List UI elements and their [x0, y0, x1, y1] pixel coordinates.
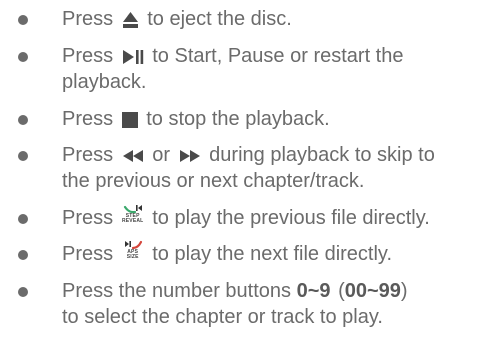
item-text-pre: Press	[62, 8, 114, 30]
bullet	[18, 15, 28, 25]
item-text-post: during playback to skip to	[209, 144, 435, 166]
bullet	[18, 151, 28, 161]
item-text-line2: playback.	[62, 71, 147, 93]
item-text-pre: Press the number buttons	[62, 280, 292, 302]
aps-size-button-icon: APS SIZE	[122, 240, 144, 262]
item-text-pre: Press	[62, 207, 114, 229]
stop-icon	[121, 111, 138, 128]
skip-previous-icon	[122, 149, 144, 163]
play-pause-icon	[122, 49, 144, 65]
bullet	[18, 250, 28, 260]
item-text-post: to eject the disc.	[147, 8, 292, 30]
bullet	[18, 52, 28, 62]
item-text-pre: Press	[62, 144, 114, 166]
item-text-post: to stop the playback.	[146, 108, 330, 130]
item-text-post: to play the previous file directly.	[152, 207, 430, 229]
eject-icon	[122, 11, 139, 29]
item-text-mid: or	[152, 144, 171, 166]
icon-label-bottom: SIZE	[126, 253, 139, 260]
item-text-line2: the previous or next chapter/track.	[62, 170, 365, 192]
item-text-line2: to select the chapter or track to play.	[62, 306, 383, 328]
item-text-post: to Start, Pause or restart the	[152, 45, 404, 67]
item-text-pre: Press	[62, 243, 114, 265]
number-range-bold: 0~9	[296, 280, 331, 302]
bullet	[18, 287, 28, 297]
bullet	[18, 214, 28, 224]
paren-open: (	[338, 280, 345, 302]
paren-close: )	[400, 280, 408, 302]
number-range-bold-2: 00~99	[344, 280, 401, 302]
item-text-pre: Press	[62, 108, 114, 130]
item-text-pre: Press	[62, 45, 114, 67]
item-text-post: to play the next file directly.	[152, 243, 392, 265]
bullet	[18, 115, 28, 125]
step-reveal-button-icon: STEP REVEAL	[122, 204, 144, 226]
skip-next-icon	[179, 149, 201, 163]
icon-label-bottom: REVEAL	[121, 217, 144, 224]
